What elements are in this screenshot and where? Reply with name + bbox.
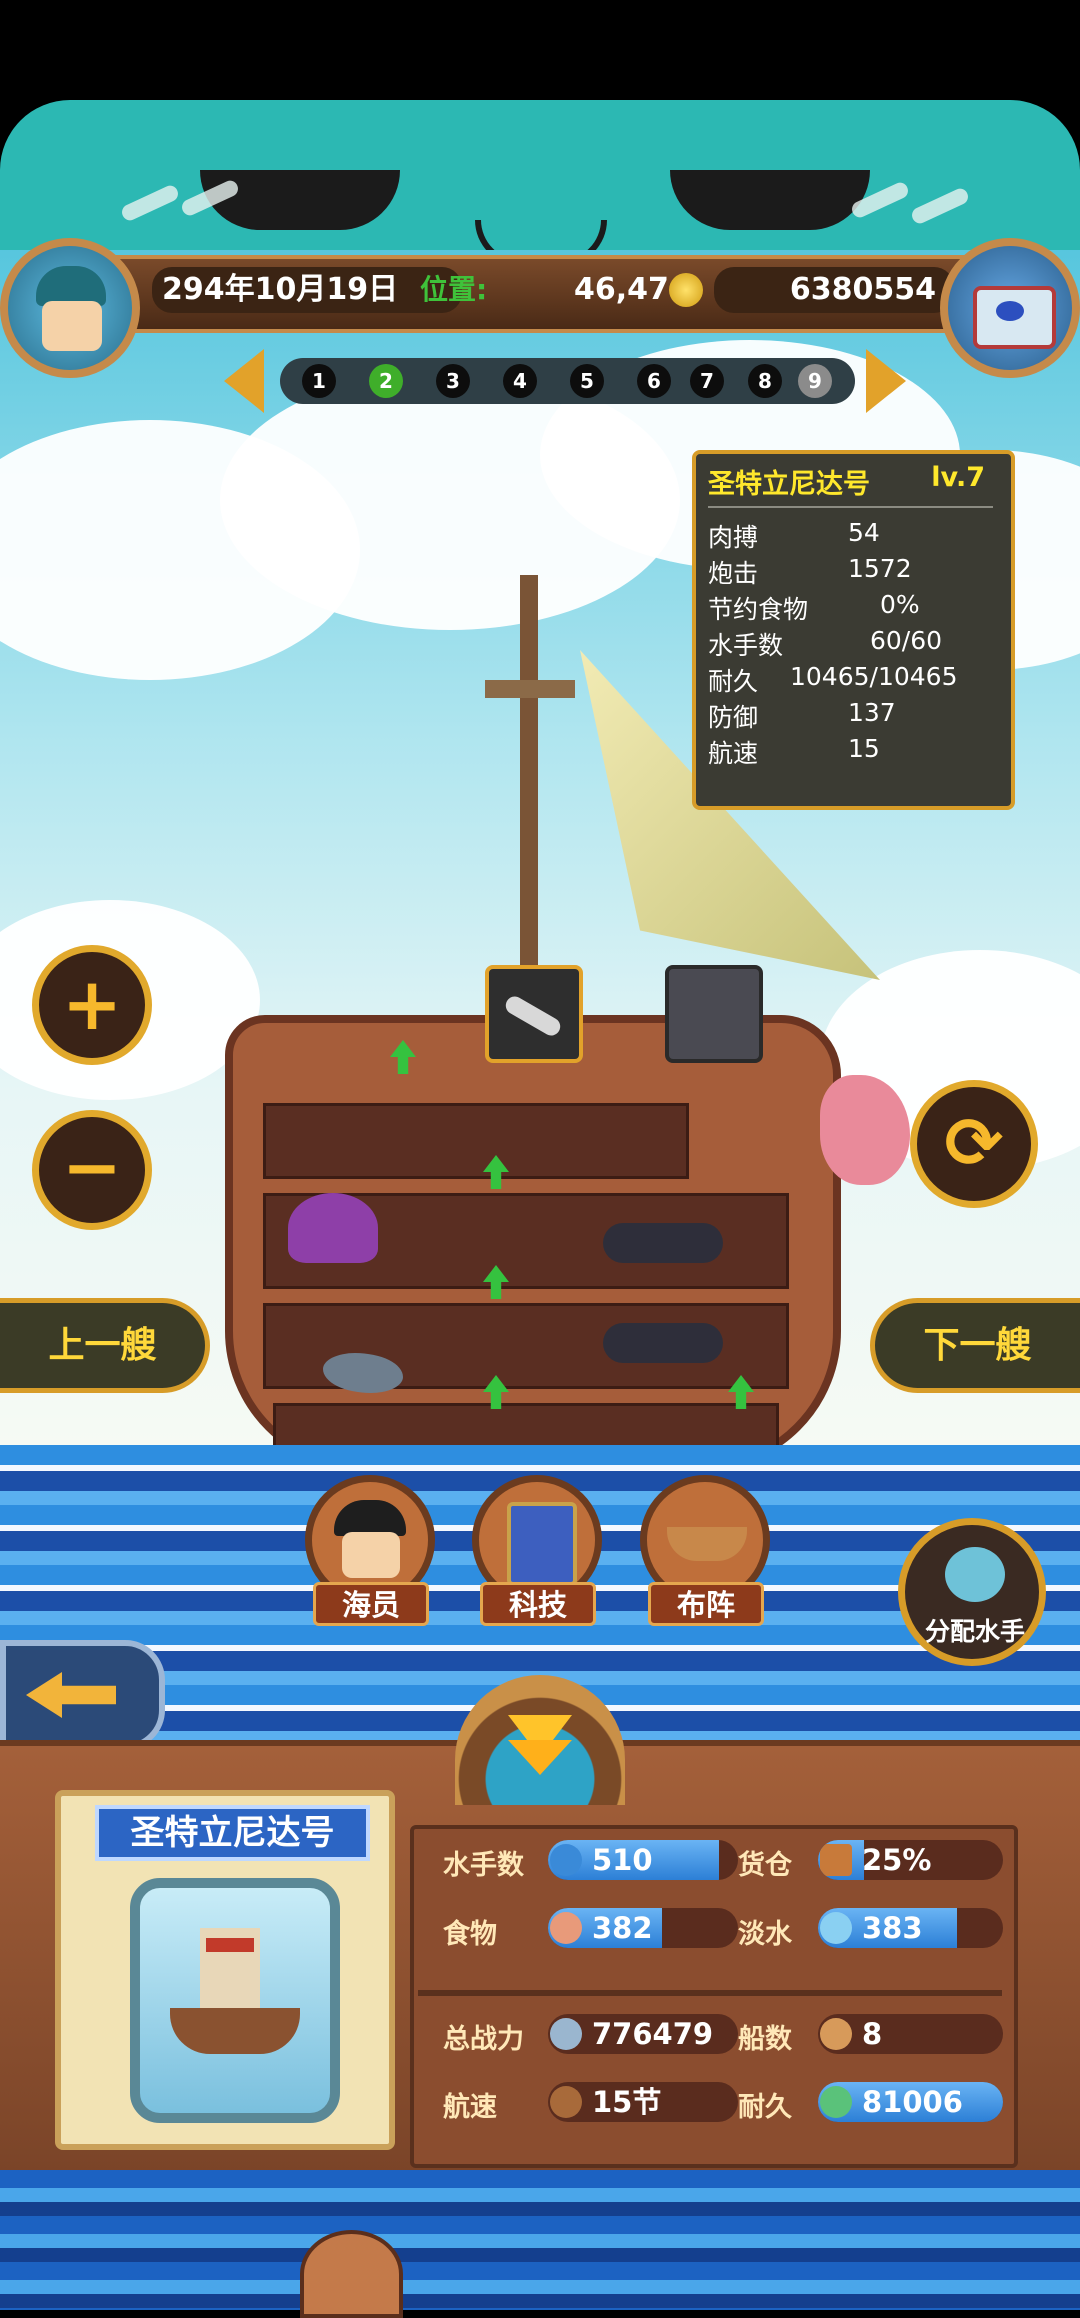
- cargo-bar: 25%: [818, 1840, 1003, 1880]
- stats-ship-name: 圣特立尼达号: [708, 469, 870, 500]
- back-arrow-icon: [26, 1672, 116, 1718]
- assign-sailors-label[interactable]: 分配水手: [910, 1612, 1040, 1648]
- crew-label[interactable]: 海员: [313, 1582, 429, 1626]
- page-2[interactable]: 2: [369, 364, 403, 398]
- stat-row: 航速 15: [708, 734, 880, 768]
- gold-box: 6380554: [714, 267, 954, 313]
- meat-icon: [550, 1912, 582, 1944]
- bottom-sea: [0, 2170, 1080, 2310]
- ship-mast: [520, 575, 538, 1015]
- octopus-crew: [288, 1193, 378, 1263]
- ship-pager: 1 2 3 4 5 6 7 8 9: [280, 358, 855, 404]
- speed-label: 航速: [443, 2092, 497, 2123]
- page-4[interactable]: 4: [503, 364, 537, 398]
- sailor-icon: [550, 1844, 582, 1876]
- durability-bar: 81006: [818, 2082, 1003, 2122]
- page-5[interactable]: 5: [570, 364, 604, 398]
- captain-avatar[interactable]: [0, 238, 140, 378]
- ship-count-label: 船数: [738, 2024, 792, 2055]
- position-label: 位置:: [420, 273, 488, 306]
- cat-eye-right: [670, 170, 870, 230]
- cat-mouth: [475, 220, 607, 250]
- water-label: 淡水: [738, 1919, 792, 1950]
- next-ship-button[interactable]: 下一艘: [870, 1298, 1080, 1393]
- formation-label[interactable]: 布阵: [648, 1582, 764, 1626]
- rotate-icon[interactable]: ⟳: [910, 1080, 1038, 1208]
- date-text: 294年10月19日: [162, 272, 399, 307]
- armor-equip-slot[interactable]: [665, 965, 763, 1063]
- prev-ship-button[interactable]: 上一艘: [0, 1298, 210, 1393]
- repair-icon: [820, 2086, 852, 2118]
- stat-row: 耐久 10465/10465: [708, 662, 958, 696]
- page-7[interactable]: 7: [690, 364, 724, 398]
- top-bar: [0, 0, 1080, 100]
- ship-portrait[interactable]: [130, 1878, 340, 2123]
- fleet-ship-name: 圣特立尼达号: [95, 1805, 370, 1861]
- page-8[interactable]: 8: [748, 364, 782, 398]
- stat-row: 防御 137: [708, 698, 896, 732]
- food-bar: 382: [548, 1908, 738, 1948]
- back-button[interactable]: [0, 1640, 165, 1750]
- page-9[interactable]: 9: [798, 364, 832, 398]
- pager-right-arrow[interactable]: [866, 349, 906, 413]
- ship-stats-panel: 圣特立尼达号 lv.7 肉搏 54 炮击 1572 节约食物 0% 水手数 60/60 …: [692, 450, 1015, 810]
- stat-row: 水手数 60/60: [708, 626, 943, 660]
- zoom-in-button[interactable]: +: [32, 945, 152, 1065]
- page-1[interactable]: 1: [302, 364, 336, 398]
- position-value: 46,47: [574, 272, 669, 307]
- date-box: 294年10月19日: [152, 267, 462, 313]
- durability-label: 耐久: [738, 2092, 792, 2123]
- boat-icon: [820, 2018, 852, 2050]
- pager-left-arrow[interactable]: [224, 349, 264, 413]
- water-bar: 383: [818, 1908, 1003, 1948]
- cat-eye-left: [200, 170, 400, 230]
- ship-hull[interactable]: [225, 1015, 841, 1471]
- ship-speed-icon: [550, 2086, 582, 2118]
- page-3[interactable]: 3: [436, 364, 470, 398]
- stats-level: lv.7: [931, 462, 985, 493]
- food-label: 食物: [443, 1919, 497, 1950]
- cannon: [603, 1323, 723, 1363]
- stat-row: 肉搏 54: [708, 518, 880, 552]
- power-label: 总战力: [443, 2024, 524, 2055]
- tech-label[interactable]: 科技: [480, 1582, 596, 1626]
- cargo-label: 货仓: [738, 1850, 792, 1881]
- power-bar: 776479: [548, 2014, 738, 2054]
- character-head: [300, 2230, 403, 2318]
- cannon: [603, 1223, 723, 1263]
- cat-banner: [0, 100, 1080, 250]
- stat-row: 节约食物 0%: [708, 590, 920, 624]
- water-jug-icon: [820, 1912, 852, 1944]
- treasure-chest-icon[interactable]: [940, 238, 1080, 378]
- stat-row: 炮击 1572: [708, 554, 912, 588]
- sailors-bar: 510: [548, 1840, 738, 1880]
- header-bar: 294年10月19日 位置: 46,47 6380554: [60, 255, 1028, 333]
- page-6[interactable]: 6: [637, 364, 671, 398]
- ship-count-bar: 8: [818, 2014, 1003, 2054]
- gold-coin-icon: [669, 273, 703, 307]
- zoom-out-button[interactable]: −: [32, 1110, 152, 1230]
- cannon-equip-slot[interactable]: [485, 965, 583, 1063]
- crossed-swords-icon: [550, 2018, 582, 2050]
- cargo-icon: [820, 1844, 852, 1876]
- sailors-label: 水手数: [443, 1850, 524, 1881]
- speed-bar: 15节: [548, 2082, 738, 2122]
- gold-amount: 6380554: [789, 272, 936, 307]
